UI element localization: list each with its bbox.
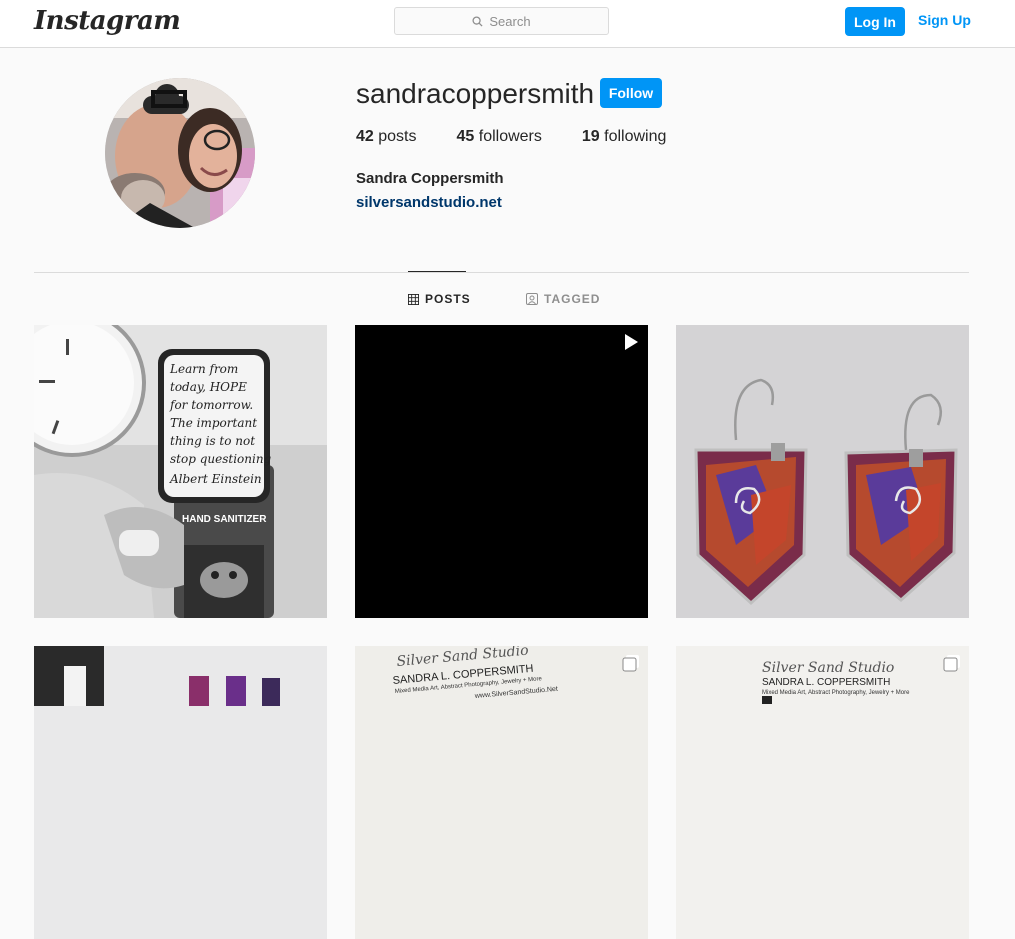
active-tab-indicator	[408, 271, 466, 272]
play-icon	[625, 334, 638, 350]
post-image-business-card: Silver Sand Studio SANDRA L. COPPERSMITH…	[676, 646, 969, 939]
card-person-name: SANDRA L. COPPERSMITH	[762, 677, 890, 688]
post-image-hand-sanitizer: Learn from today, HOPE for tomorrow. The…	[34, 325, 327, 618]
sanitizer-label: HAND SANITIZER	[182, 514, 267, 525]
card-tagline: Mixed Media Art, Abstract Photography, J…	[762, 690, 910, 696]
card-line: for tomorrow.	[169, 398, 253, 412]
card-studio-name: Silver Sand Studio	[762, 660, 894, 676]
card-line: Albert Einstein	[169, 472, 262, 486]
tag-person-icon	[526, 293, 538, 305]
post-thumbnail-carousel[interactable]: Silver Sand Studio SANDRA L. COPPERSMITH…	[676, 646, 969, 939]
post-thumbnail[interactable]	[34, 646, 327, 939]
post-image-jewelry-display	[34, 646, 327, 939]
grid-icon	[408, 293, 419, 305]
followers-label: followers	[478, 128, 542, 145]
post-thumbnail[interactable]	[676, 325, 969, 618]
top-navigation-bar: Instagram Search Log In Sign Up	[0, 0, 1015, 48]
following-count: 19	[581, 128, 600, 145]
instagram-logo[interactable]: Instagram	[34, 6, 181, 36]
multiple-images-icon	[943, 655, 960, 672]
avatar-photo	[105, 78, 255, 228]
profile-avatar[interactable]	[105, 78, 255, 228]
following-label: following	[604, 128, 667, 145]
post-image-earrings	[676, 325, 969, 618]
post-image-business-card: Silver Sand Studio SANDRA L. COPPERSMITH…	[355, 646, 648, 939]
card-line: stop questioning	[170, 452, 272, 466]
following-stat[interactable]: 19 following	[582, 128, 667, 146]
search-icon	[472, 15, 483, 27]
search-placeholder: Search	[489, 13, 531, 29]
card-line: thing is to not	[170, 434, 255, 448]
post-thumbnail-carousel[interactable]: Silver Sand Studio SANDRA L. COPPERSMITH…	[355, 646, 648, 939]
card-line: Learn from	[169, 362, 238, 376]
follow-button[interactable]: Follow	[600, 78, 662, 108]
tab-posts-label: POSTS	[425, 292, 471, 306]
posts-count: 42	[356, 128, 374, 145]
profile-stats: 42 posts 45 followers 19 following	[356, 128, 706, 146]
card-line: The important	[170, 416, 257, 430]
posts-count-stat: 42 posts	[356, 128, 417, 146]
post-thumbnail[interactable]: Learn from today, HOPE for tomorrow. The…	[34, 325, 327, 618]
posts-count-label: posts	[378, 128, 417, 145]
profile-website-link[interactable]: silversandstudio.net	[356, 194, 502, 211]
search-input[interactable]: Search	[394, 7, 609, 35]
followers-stat[interactable]: 45 followers	[457, 128, 542, 146]
multiple-images-icon	[622, 655, 639, 672]
post-thumbnail-video[interactable]	[355, 325, 648, 618]
tabs-divider	[34, 272, 969, 273]
tab-tagged-label: TAGGED	[544, 292, 601, 306]
profile-username: sandracoppersmith	[356, 78, 595, 109]
signup-link[interactable]: Sign Up	[918, 12, 971, 28]
tab-posts[interactable]: POSTS	[408, 292, 471, 306]
tab-tagged[interactable]: TAGGED	[526, 292, 600, 306]
login-button[interactable]: Log In	[845, 7, 905, 36]
card-line: today, HOPE	[170, 380, 247, 394]
profile-full-name: Sandra Coppersmith	[356, 170, 504, 187]
followers-count: 45	[456, 128, 475, 145]
